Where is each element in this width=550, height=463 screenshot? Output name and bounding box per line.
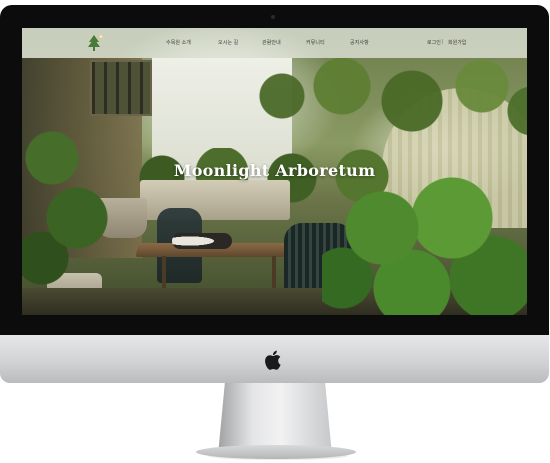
camera-dot — [271, 15, 275, 19]
hero-title: Moonlight Arboretum — [173, 161, 376, 180]
photo-leaves-right — [322, 168, 527, 315]
photo-cat — [172, 233, 232, 249]
apple-logo-icon — [263, 348, 285, 372]
photo-leaves-left — [22, 118, 112, 288]
imac-mockup: 수목원 소개 오시는 길 관람안내 커뮤니티 공지사항 로그인 | 회원가입 M… — [0, 0, 550, 463]
photo-canopy — [252, 56, 527, 146]
login-link[interactable]: 로그인 — [427, 39, 441, 46]
pine-tree-moon-icon[interactable] — [87, 34, 103, 52]
nav-separator: | — [442, 39, 444, 45]
nav-item-notices[interactable]: 공지사항 — [350, 39, 369, 46]
nav-item-visitor-info[interactable]: 관람안내 — [262, 39, 281, 46]
signup-link[interactable]: 회원가입 — [448, 39, 466, 46]
nav-item-directions[interactable]: 오시는 길 — [218, 39, 238, 46]
top-navbar: 수목원 소개 오시는 길 관람안내 커뮤니티 공지사항 로그인 | 회원가입 — [22, 28, 527, 58]
website-screen: 수목원 소개 오시는 길 관람안내 커뮤니티 공지사항 로그인 | 회원가입 M… — [22, 28, 527, 315]
photo-window — [90, 60, 152, 116]
nav-item-about[interactable]: 수목원 소개 — [166, 39, 191, 46]
monitor-stand-foot — [196, 445, 356, 459]
nav-item-community[interactable]: 커뮤니티 — [306, 39, 325, 46]
